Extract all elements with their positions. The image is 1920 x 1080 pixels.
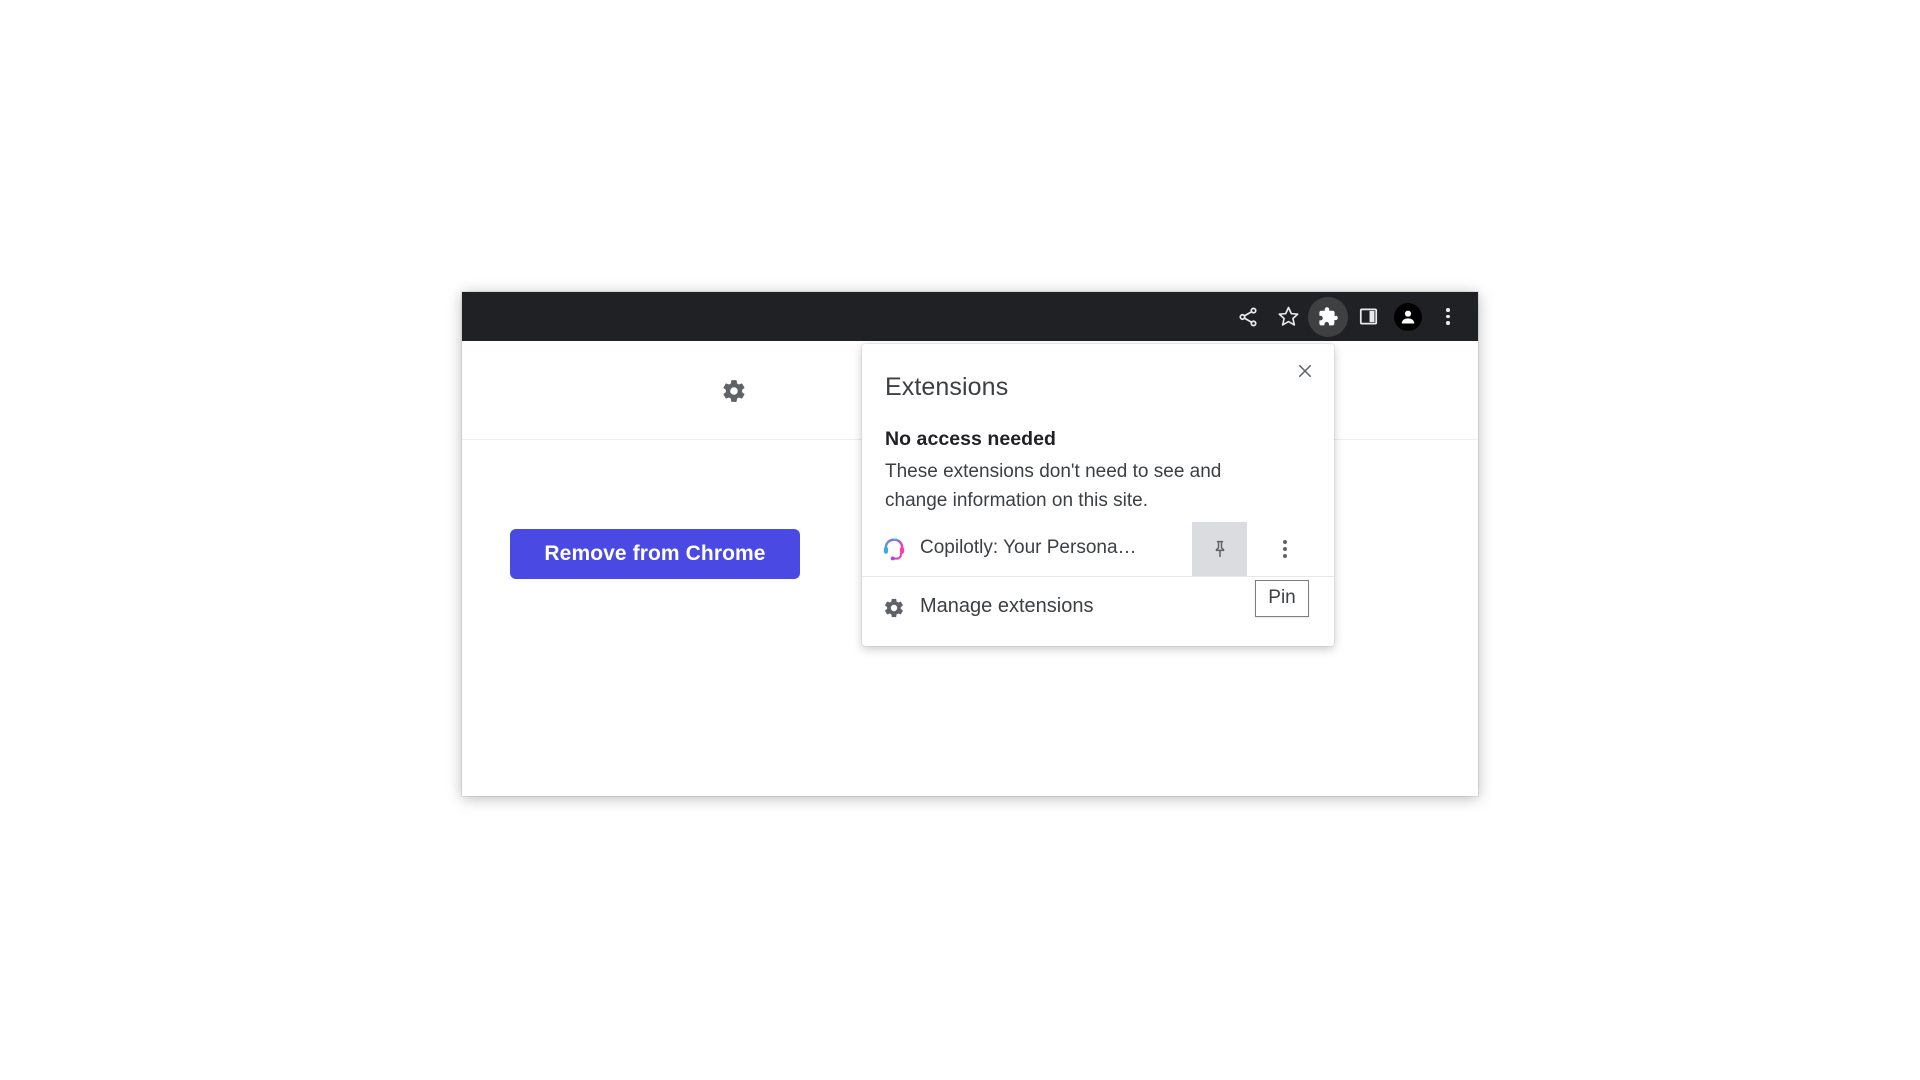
chrome-menu-kebab-icon[interactable] <box>1428 297 1468 337</box>
extension-name: Copilotly: Your Persona… <box>920 537 1137 558</box>
section-heading-no-access: No access needed <box>885 428 1056 450</box>
side-panel-icon[interactable] <box>1348 297 1388 337</box>
kebab-menu-icon[interactable] <box>1257 522 1312 576</box>
gear-icon[interactable] <box>720 377 748 405</box>
close-icon[interactable] <box>1288 354 1322 388</box>
section-description: These extensions don't need to see and c… <box>885 461 1222 511</box>
popup-title: Extensions <box>885 373 1009 401</box>
pin-tooltip: Pin <box>1255 580 1309 617</box>
copilotly-headset-icon <box>880 535 908 563</box>
kebab-dots <box>1446 308 1450 325</box>
list-item[interactable]: Copilotly: Your Persona… <box>862 522 1334 576</box>
profile-avatar-icon[interactable] <box>1388 297 1428 337</box>
pin-icon[interactable] <box>1192 522 1247 576</box>
remove-from-chrome-button[interactable]: Remove from Chrome <box>510 529 800 579</box>
screen-root: Remove from Chrome Extensions No access … <box>0 0 1920 1080</box>
extensions-puzzle-icon[interactable] <box>1308 296 1348 337</box>
avatar <box>1394 302 1422 331</box>
toolbar-actions <box>1228 296 1468 337</box>
browser-toolbar <box>462 292 1478 341</box>
share-icon[interactable] <box>1228 297 1268 337</box>
manage-extensions-label: Manage extensions <box>920 595 1094 617</box>
kebab-dots <box>1282 540 1287 558</box>
gear-icon <box>882 596 906 620</box>
bookmark-star-icon[interactable] <box>1268 297 1308 337</box>
